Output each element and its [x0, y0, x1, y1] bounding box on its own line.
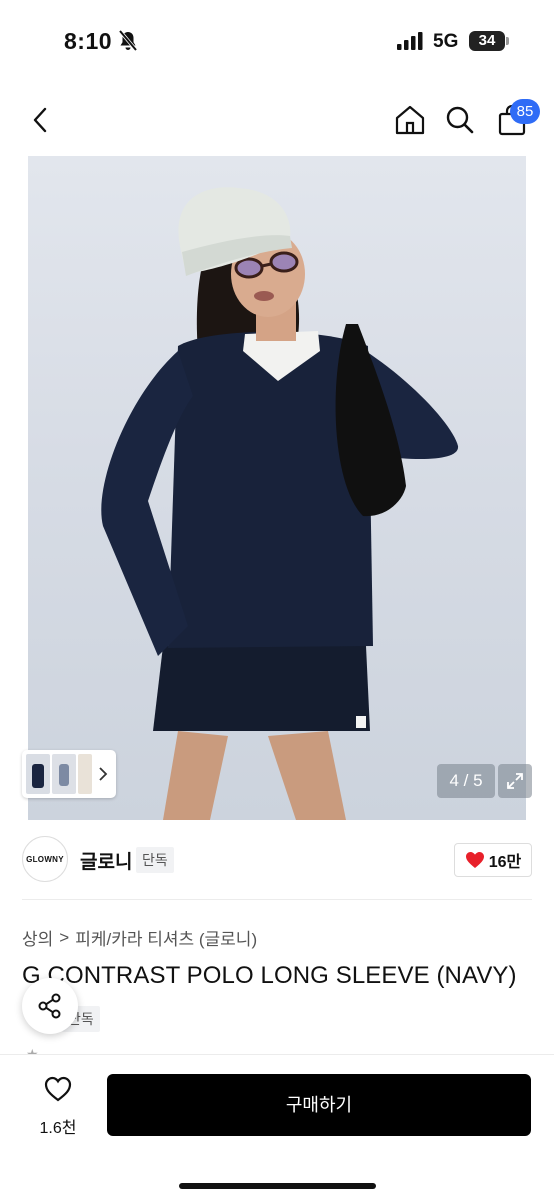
buy-button[interactable]: 구매하기 [107, 1074, 531, 1136]
battery-tip [506, 37, 509, 45]
chevron-left-icon [33, 107, 47, 133]
thumbnail[interactable] [26, 754, 50, 794]
status-bar: 8:10 5G 34 [0, 0, 554, 84]
chevron-right-icon [99, 767, 108, 781]
battery-level: 34 [478, 32, 496, 49]
bell-slash-icon [118, 30, 138, 52]
breadcrumb: 상의 > 피케/카라 티셔츠 (글로니) [22, 925, 257, 950]
exclusive-badge: 단독 [136, 847, 174, 873]
heart-outline-icon [44, 1076, 72, 1102]
search-icon [446, 106, 474, 134]
search-button[interactable] [438, 96, 482, 144]
gallery-page-indicator: 4 / 5 [437, 764, 495, 798]
brand-row: GLOWNY 글로니 단독 16만 [22, 836, 532, 884]
brand-name[interactable]: 글로니 [80, 847, 132, 874]
share-icon [38, 993, 61, 1019]
model-photo [101, 187, 459, 820]
cart-count-badge: 85 [510, 99, 540, 124]
thumbnail[interactable] [78, 754, 92, 794]
heart-filled-icon [465, 852, 484, 868]
cell-signal-icon [397, 32, 423, 50]
breadcrumb-separator: > [59, 927, 70, 947]
status-time: 8:10 [64, 28, 113, 54]
brand-logo[interactable]: GLOWNY [22, 836, 68, 882]
wishlist-count: 1.6천 [39, 1120, 77, 1137]
home-button[interactable] [388, 96, 432, 144]
expand-image-button[interactable] [498, 764, 532, 798]
top-nav [0, 96, 554, 148]
thumbnail[interactable] [52, 754, 76, 794]
brand-like-count: 16만 [488, 854, 522, 871]
home-icon [395, 105, 425, 135]
expand-icon [507, 773, 523, 789]
breadcrumb-subcategory[interactable]: 피케/카라 티셔츠 (글로니) [75, 925, 257, 950]
divider [22, 899, 532, 900]
battery-icon: 34 [469, 31, 505, 51]
home-indicator [179, 1183, 376, 1189]
thumbnail-strip[interactable] [22, 750, 116, 798]
bottom-action-bar: 1.6천 구매하기 [0, 1054, 554, 1200]
breadcrumb-category[interactable]: 상의 [22, 925, 53, 950]
back-button[interactable] [18, 96, 62, 144]
product-title: G CONTRAST POLO LONG SLEEVE (NAVY) [22, 962, 517, 989]
brand-like-button[interactable]: 16만 [454, 843, 532, 877]
product-image[interactable] [28, 156, 526, 820]
network-type: 5G [433, 31, 459, 52]
share-button[interactable] [22, 978, 78, 1034]
wishlist-button[interactable]: 1.6천 [30, 1075, 86, 1137]
